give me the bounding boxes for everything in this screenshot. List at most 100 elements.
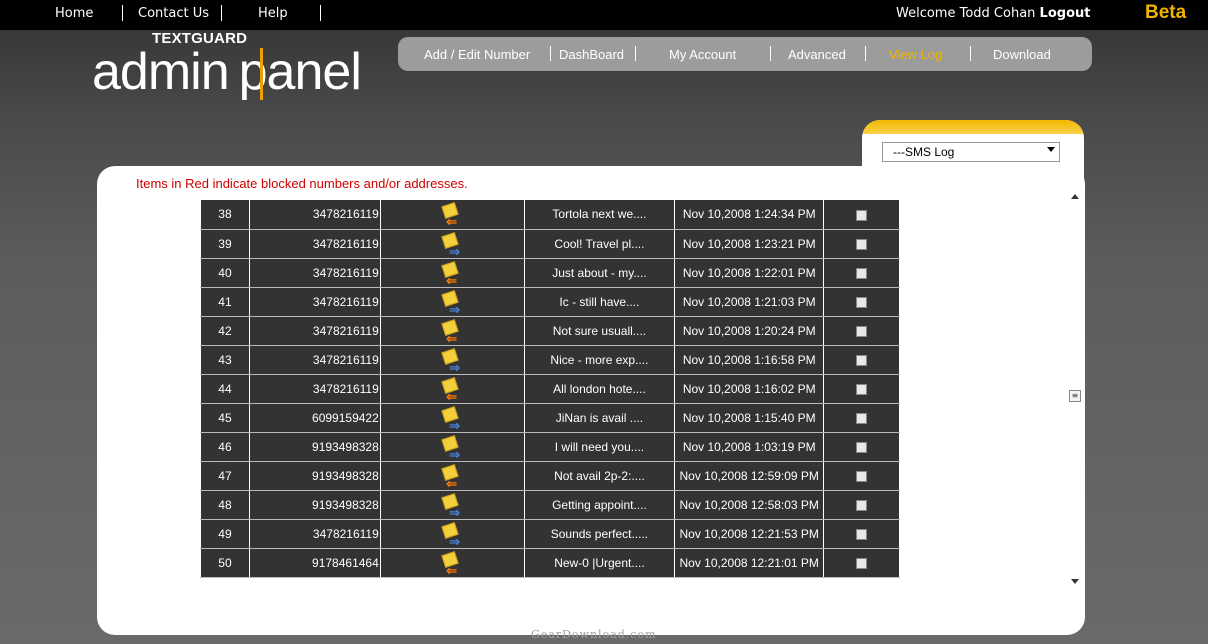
row-checkbox[interactable]: [856, 557, 868, 569]
tab-dashboard[interactable]: DashBoard: [559, 47, 624, 62]
arrow-left-icon: ⇐: [446, 272, 458, 288]
outgoing-message-icon: ⇒: [440, 521, 464, 549]
outgoing-message-icon: ⇒: [440, 347, 464, 375]
phone-number: 3478216119: [248, 374, 381, 404]
message-preview[interactable]: Nice - more exp....: [523, 345, 676, 375]
table-row: 45 6099159422 ⇒ JiNan is avail .... Nov 10,2…: [200, 403, 900, 433]
arrow-right-icon: ⇒: [449, 504, 461, 520]
direction-cell: ⇐: [379, 374, 525, 404]
table-row: 39 3478216119 ⇒ Cool! Travel pl.... Nov 10,2…: [200, 229, 900, 259]
arrow-right-icon: ⇒: [449, 533, 461, 549]
direction-cell: ⇒: [379, 403, 525, 433]
table-row: 49 3478216119 ⇒ Sounds perfect..... Nov 10,2…: [200, 519, 900, 549]
message-date: Nov 10,2008 1:03:19 PM: [674, 432, 825, 462]
message-preview[interactable]: Cool! Travel pl....: [523, 229, 676, 259]
log-table-viewport[interactable]: 38 3478216119 ⇐ Tortola next we.... Nov 10,2…: [200, 200, 900, 592]
logo-right: panel: [238, 43, 362, 101]
row-number: 45: [200, 403, 250, 433]
tab-download[interactable]: Download: [993, 47, 1051, 62]
select-cell: [823, 258, 900, 288]
select-cell: [823, 345, 900, 375]
row-checkbox[interactable]: [856, 383, 868, 395]
select-cell: [823, 548, 900, 578]
log-type-value: ---SMS Log: [893, 145, 955, 159]
direction-cell: ⇐: [379, 316, 525, 346]
message-preview[interactable]: Just about - my....: [523, 258, 676, 288]
arrow-left-icon: ⇐: [446, 562, 458, 578]
row-checkbox[interactable]: [856, 238, 868, 250]
log-type-select[interactable]: ---SMS Log: [882, 142, 1060, 162]
arrow-left-icon: ⇐: [446, 388, 458, 404]
table-row: 43 3478216119 ⇒ Nice - more exp.... Nov 10,2…: [200, 345, 900, 375]
row-checkbox[interactable]: [856, 499, 868, 511]
phone-number: 3478216119: [248, 345, 381, 375]
tab-my-account[interactable]: My Account: [669, 47, 736, 62]
row-number: 39: [200, 229, 250, 259]
table-row: 41 3478216119 ⇒ Ic - still have.... Nov 10,2…: [200, 287, 900, 317]
nav-home-link[interactable]: Home: [55, 6, 93, 21]
arrow-right-icon: ⇒: [449, 301, 461, 317]
row-number: 48: [200, 490, 250, 520]
row-checkbox[interactable]: [856, 528, 868, 540]
message-date: Nov 10,2008 12:21:53 PM: [674, 519, 825, 549]
message-preview[interactable]: New-0 |Urgent....: [523, 548, 676, 578]
row-checkbox[interactable]: [856, 354, 868, 366]
scroll-up-icon[interactable]: [1071, 194, 1079, 199]
select-cell: [823, 490, 900, 520]
phone-number: 9178461464: [248, 548, 381, 578]
select-cell: [823, 287, 900, 317]
message-date: Nov 10,2008 12:58:03 PM: [674, 490, 825, 520]
arrow-right-icon: ⇒: [449, 359, 461, 375]
scrollbar[interactable]: ≡: [1068, 190, 1082, 590]
direction-cell: ⇐: [379, 461, 525, 491]
row-checkbox[interactable]: [856, 470, 868, 482]
divider: [122, 5, 123, 21]
row-checkbox[interactable]: [856, 296, 868, 308]
row-checkbox[interactable]: [856, 412, 868, 424]
arrow-right-icon: ⇒: [449, 446, 461, 462]
main-nav: Add / Edit Number DashBoard My Account A…: [398, 37, 1092, 71]
direction-cell: ⇒: [379, 229, 525, 259]
phone-number: 3478216119: [248, 316, 381, 346]
message-preview[interactable]: I will need you....: [523, 432, 676, 462]
table-row: 48 9193498328 ⇒ Getting appoint.... Nov 10,2…: [200, 490, 900, 520]
message-preview[interactable]: Not avail 2p-2:....: [523, 461, 676, 491]
phone-number: 3478216119: [248, 229, 381, 259]
divider: [770, 46, 771, 61]
arrow-left-icon: ⇐: [446, 214, 458, 230]
phone-number: 9193498328: [248, 461, 381, 491]
row-checkbox[interactable]: [856, 325, 868, 337]
message-date: Nov 10,2008 1:16:58 PM: [674, 345, 825, 375]
message-preview[interactable]: JiNan is avail ....: [523, 403, 676, 433]
logout-link[interactable]: Logout: [1040, 6, 1091, 21]
logo-left: admin: [92, 43, 230, 101]
message-preview[interactable]: Sounds perfect.....: [523, 519, 676, 549]
phone-number: 3478216119: [248, 287, 381, 317]
direction-cell: ⇒: [379, 490, 525, 520]
row-checkbox[interactable]: [856, 267, 868, 279]
message-preview[interactable]: Getting appoint....: [523, 490, 676, 520]
scroll-down-icon[interactable]: [1071, 579, 1079, 584]
message-preview[interactable]: Ic - still have....: [523, 287, 676, 317]
select-cell: [823, 461, 900, 491]
select-cell: [823, 316, 900, 346]
nav-help-link[interactable]: Help: [258, 6, 288, 21]
tab-add-edit-number[interactable]: Add / Edit Number: [424, 47, 530, 62]
tab-view-log[interactable]: View Log: [889, 47, 942, 62]
table-row: 38 3478216119 ⇐ Tortola next we.... Nov 10,2…: [200, 200, 900, 230]
phone-number: 9193498328: [248, 432, 381, 462]
row-number: 49: [200, 519, 250, 549]
direction-cell: ⇐: [379, 548, 525, 578]
incoming-message-icon: ⇐: [440, 376, 464, 404]
row-checkbox[interactable]: [856, 209, 868, 221]
message-preview[interactable]: All london hote....: [523, 374, 676, 404]
row-checkbox[interactable]: [856, 441, 868, 453]
message-preview[interactable]: Not sure usuall....: [523, 316, 676, 346]
tab-advanced[interactable]: Advanced: [788, 47, 846, 62]
outgoing-message-icon: ⇒: [440, 231, 464, 258]
message-preview[interactable]: Tortola next we....: [523, 200, 676, 230]
scroll-thumb[interactable]: ≡: [1069, 390, 1081, 402]
message-date: Nov 10,2008 1:15:40 PM: [674, 403, 825, 433]
row-number: 47: [200, 461, 250, 491]
nav-contact-link[interactable]: Contact Us: [138, 6, 209, 21]
